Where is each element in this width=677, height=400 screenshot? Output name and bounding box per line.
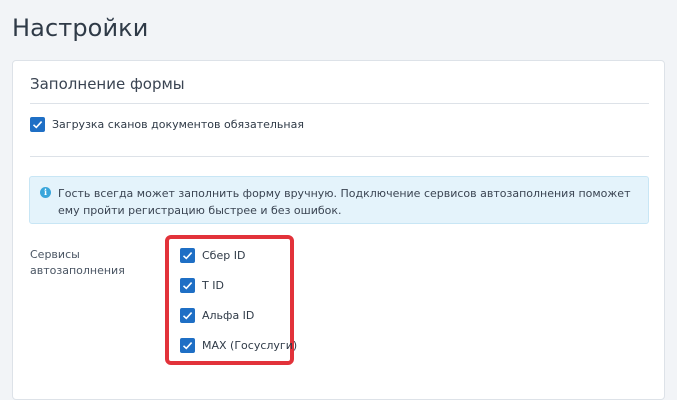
check-icon [182,312,193,320]
check-icon [182,342,193,350]
service-checkbox-alfa-id[interactable] [180,308,195,323]
service-checkbox-max-gosuslugi[interactable] [180,338,195,353]
scan-required-checkbox-row[interactable]: Загрузка сканов документов обязательная [30,117,304,132]
service-checkbox-t-id[interactable] [180,278,195,293]
service-label: MAX (Госуслуги) [202,339,298,352]
service-item-alfa-id[interactable]: Альфа ID [180,308,254,323]
scan-required-label: Загрузка сканов документов обязательная [52,118,304,131]
service-checkbox-sber-id[interactable] [180,248,195,263]
form-settings-card: Заполнение формы Загрузка сканов докумен… [12,60,665,400]
services-label: Сервисы автозаполнения [30,248,125,277]
service-item-max-gosuslugi[interactable]: MAX (Госуслуги) [180,338,297,353]
scan-required-checkbox[interactable] [30,117,45,132]
info-icon: i [40,187,51,198]
check-icon [182,252,193,260]
page-title: Настройки [12,14,149,42]
service-label: T ID [202,279,224,292]
service-label: Альфа ID [202,309,255,322]
check-icon [182,282,193,290]
service-item-sber-id[interactable]: Сбер ID [180,248,245,263]
divider [30,156,649,157]
card-title: Заполнение формы [30,75,185,93]
service-item-t-id[interactable]: T ID [180,278,224,293]
info-banner: i Гость всегда может заполнить форму вру… [29,176,649,224]
service-label: Сбер ID [202,249,246,262]
check-icon [32,121,43,129]
info-text: Гость всегда может заполнить форму вручн… [58,187,631,217]
divider [30,103,649,104]
